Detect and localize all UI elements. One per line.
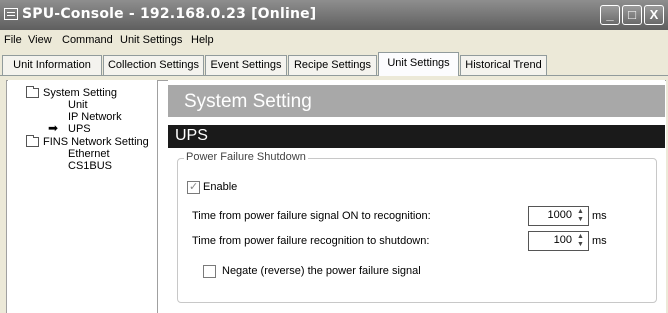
settings-content: System Setting UPS Power Failure Shutdow… xyxy=(168,80,665,313)
time-on-label: Time from power failure signal ON to rec… xyxy=(192,210,431,222)
enable-checkbox[interactable] xyxy=(187,180,200,194)
time-shutdown-label: Time from power failure recognition to s… xyxy=(192,235,430,247)
negate-signal-label[interactable]: Negate (reverse) the power failure signa… xyxy=(222,265,421,277)
time-on-unit: ms xyxy=(592,210,607,222)
time-shutdown-spinner[interactable]: 100 ▲ ▼ xyxy=(528,231,589,251)
menu-unit-settings[interactable]: Unit Settings xyxy=(120,34,182,46)
time-on-value[interactable]: 1000 xyxy=(548,209,572,221)
folder-icon xyxy=(26,86,39,98)
tab-strip: Unit Information Collection Settings Eve… xyxy=(0,50,668,76)
menu-command[interactable]: Command xyxy=(62,34,113,46)
folder-icon xyxy=(26,135,39,147)
menu-view[interactable]: View xyxy=(28,34,52,46)
tab-unit-settings[interactable]: Unit Settings xyxy=(378,52,459,76)
time-on-spinner[interactable]: 1000 ▲ ▼ xyxy=(528,206,589,226)
spinner-buttons[interactable]: ▲ ▼ xyxy=(574,233,587,249)
negate-signal-checkbox[interactable] xyxy=(203,265,216,278)
time-shutdown-value[interactable]: 100 xyxy=(554,234,572,246)
spin-down-icon[interactable]: ▼ xyxy=(574,216,587,224)
system-setting-title: System Setting xyxy=(184,91,312,112)
spin-up-icon[interactable]: ▲ xyxy=(574,208,587,216)
menu-help[interactable]: Help xyxy=(191,34,214,46)
tab-historical-trend[interactable]: Historical Trend xyxy=(460,55,547,75)
tree-node-unit[interactable]: Unit xyxy=(68,100,88,111)
enable-label[interactable]: Enable xyxy=(203,181,237,193)
minimize-button[interactable]: _ xyxy=(600,5,620,25)
time-shutdown-unit: ms xyxy=(592,235,607,247)
ups-section-bar: UPS xyxy=(168,125,665,148)
close-button[interactable]: X xyxy=(644,5,664,25)
menu-file[interactable]: File xyxy=(4,34,22,46)
arrow-right-icon: ➡ xyxy=(48,121,59,135)
tab-collection-settings[interactable]: Collection Settings xyxy=(103,55,204,75)
maximize-button[interactable]: □ xyxy=(622,5,642,25)
spinner-buttons[interactable]: ▲ ▼ xyxy=(574,208,587,224)
tree-node-system-setting[interactable]: System Setting xyxy=(43,88,117,99)
console-app-icon xyxy=(4,8,18,20)
tab-event-settings[interactable]: Event Settings xyxy=(205,55,287,75)
title-bar[interactable]: SPU-Console - 192.168.0.23 [Online] _ □ … xyxy=(0,0,668,30)
tab-unit-information[interactable]: Unit Information xyxy=(2,55,102,75)
tree-node-fins-network-setting[interactable]: FINS Network Setting xyxy=(43,137,149,148)
application-window: SPU-Console - 192.168.0.23 [Online] _ □ … xyxy=(0,0,668,313)
power-failure-shutdown-legend: Power Failure Shutdown xyxy=(184,151,308,163)
tab-recipe-settings[interactable]: Recipe Settings xyxy=(288,55,377,75)
tree-node-ip-network[interactable]: IP Network xyxy=(68,112,122,123)
system-setting-header: System Setting xyxy=(168,85,665,117)
spin-down-icon[interactable]: ▼ xyxy=(574,241,587,249)
menu-bar: File View Command Unit Settings Help xyxy=(0,30,668,50)
tree-node-cs1bus[interactable]: CS1BUS xyxy=(68,161,112,172)
ups-section-title: UPS xyxy=(175,127,208,144)
tree-node-ups[interactable]: UPS xyxy=(68,124,91,135)
window-title: SPU-Console - 192.168.0.23 [Online] xyxy=(22,6,317,22)
tree-node-ethernet[interactable]: Ethernet xyxy=(68,149,110,160)
spin-up-icon[interactable]: ▲ xyxy=(574,233,587,241)
settings-tree: System Setting Unit IP Network ➡ UPS FIN… xyxy=(8,80,158,313)
